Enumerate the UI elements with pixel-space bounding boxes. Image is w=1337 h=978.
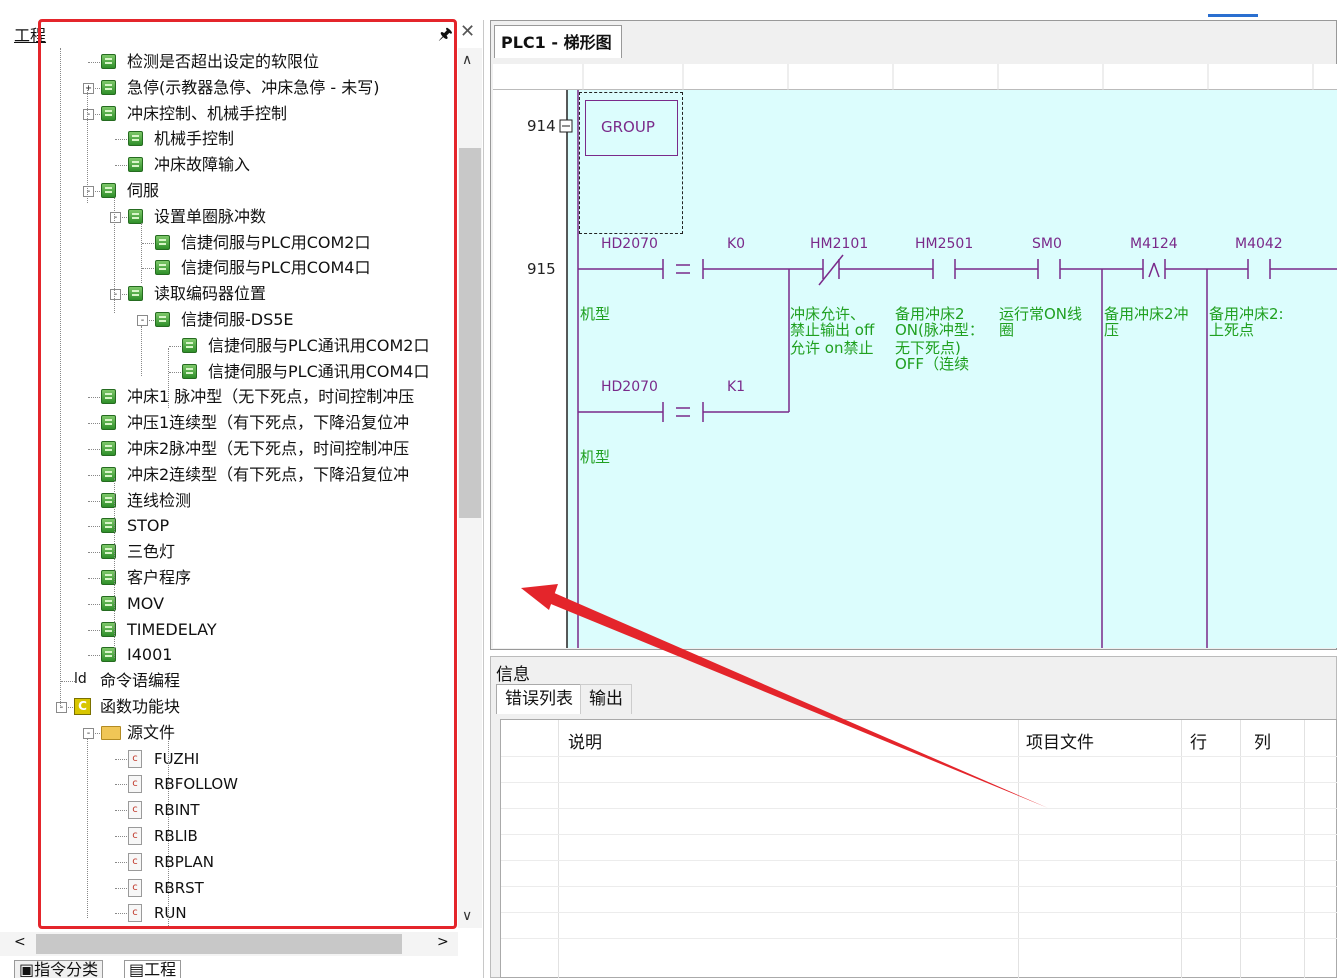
scroll-left-icon[interactable]: < [14, 934, 26, 950]
grid-line [1240, 720, 1241, 978]
column-header-line[interactable]: 行 [1190, 728, 1207, 753]
grid-line [501, 886, 1337, 887]
comment: 运行常ON线 [999, 305, 1083, 323]
comment: ON(脉冲型： [895, 321, 984, 339]
highlight-box [38, 19, 457, 929]
comment: 圈 [999, 321, 1015, 339]
grid-line [1181, 720, 1182, 978]
operand-label[interactable]: K1 [727, 379, 745, 395]
error-table[interactable] [500, 719, 1337, 978]
close-icon[interactable]: ✕ [460, 21, 475, 42]
contact-label[interactable]: HM2501 [915, 236, 973, 252]
comment: 禁止输出 off [790, 321, 875, 339]
tab-error-list[interactable]: 错误列表 [496, 684, 582, 714]
column-header-project-file[interactable]: 项目文件 [1026, 728, 1094, 753]
project-tab-icon: ▤ [129, 960, 145, 978]
operand-label[interactable]: K0 [727, 236, 745, 252]
tab-label: 工程 [144, 960, 177, 978]
rung-number: 914 [527, 117, 556, 135]
contact-label[interactable]: M4042 [1235, 236, 1283, 252]
scroll-down-icon[interactable]: ∨ [462, 908, 472, 924]
grid-line [501, 834, 1337, 835]
tab-project[interactable]: ▤工程 [124, 960, 182, 978]
tab-ladder-diagram[interactable]: PLC1 - 梯形图 [494, 25, 622, 58]
scroll-right-icon[interactable]: > [437, 934, 449, 950]
top-accent-line [1208, 14, 1258, 17]
comment: 机型 [580, 448, 611, 466]
operand-label[interactable]: HD2070 [601, 379, 658, 395]
grid-line [501, 938, 1337, 939]
tab-output[interactable]: 输出 [580, 684, 632, 714]
comment: 备用冲床2: [1209, 305, 1284, 323]
comment: 备用冲床2 [895, 305, 965, 323]
grid-line [501, 756, 1337, 757]
grid-line [1018, 720, 1019, 978]
comment: 上死点 [1209, 321, 1255, 339]
top-bar [0, 0, 1337, 20]
vertical-scroll-thumb[interactable] [459, 148, 481, 518]
tab-instruction-category[interactable]: ▣指令分类 [14, 960, 104, 978]
column-header-description[interactable]: 说明 [568, 728, 602, 753]
comment: 允许 on禁止 [790, 339, 874, 357]
comment: 机型 [580, 305, 611, 323]
info-panel-title: 信息 [496, 665, 530, 685]
comment: 备用冲床2冲 [1104, 305, 1189, 323]
contact-label[interactable]: HM2101 [810, 236, 868, 252]
comment: OFF（连续 [895, 355, 970, 373]
column-header-column[interactable]: 列 [1254, 728, 1271, 753]
group-label: GROUP [601, 118, 655, 136]
grid-line [501, 808, 1337, 809]
grid-line [558, 720, 559, 978]
grid-line [501, 912, 1337, 913]
horizontal-scroll-thumb[interactable] [36, 934, 402, 954]
scroll-up-icon[interactable]: ∧ [462, 52, 472, 68]
rung-number: 915 [527, 260, 556, 278]
operand-label[interactable]: HD2070 [601, 236, 658, 252]
grid-line [1304, 720, 1305, 978]
grid-line [501, 782, 1337, 783]
tab-label: 指令分类 [34, 960, 99, 978]
comment: 无下死点) [895, 339, 961, 357]
contact-label[interactable]: SM0 [1032, 236, 1062, 252]
comment: 压 [1104, 321, 1120, 339]
instruction-tab-icon: ▣ [19, 960, 35, 978]
comment: 冲床允许、 [790, 305, 866, 323]
contact-label[interactable]: M4124 [1130, 236, 1178, 252]
grid-line [501, 860, 1337, 861]
